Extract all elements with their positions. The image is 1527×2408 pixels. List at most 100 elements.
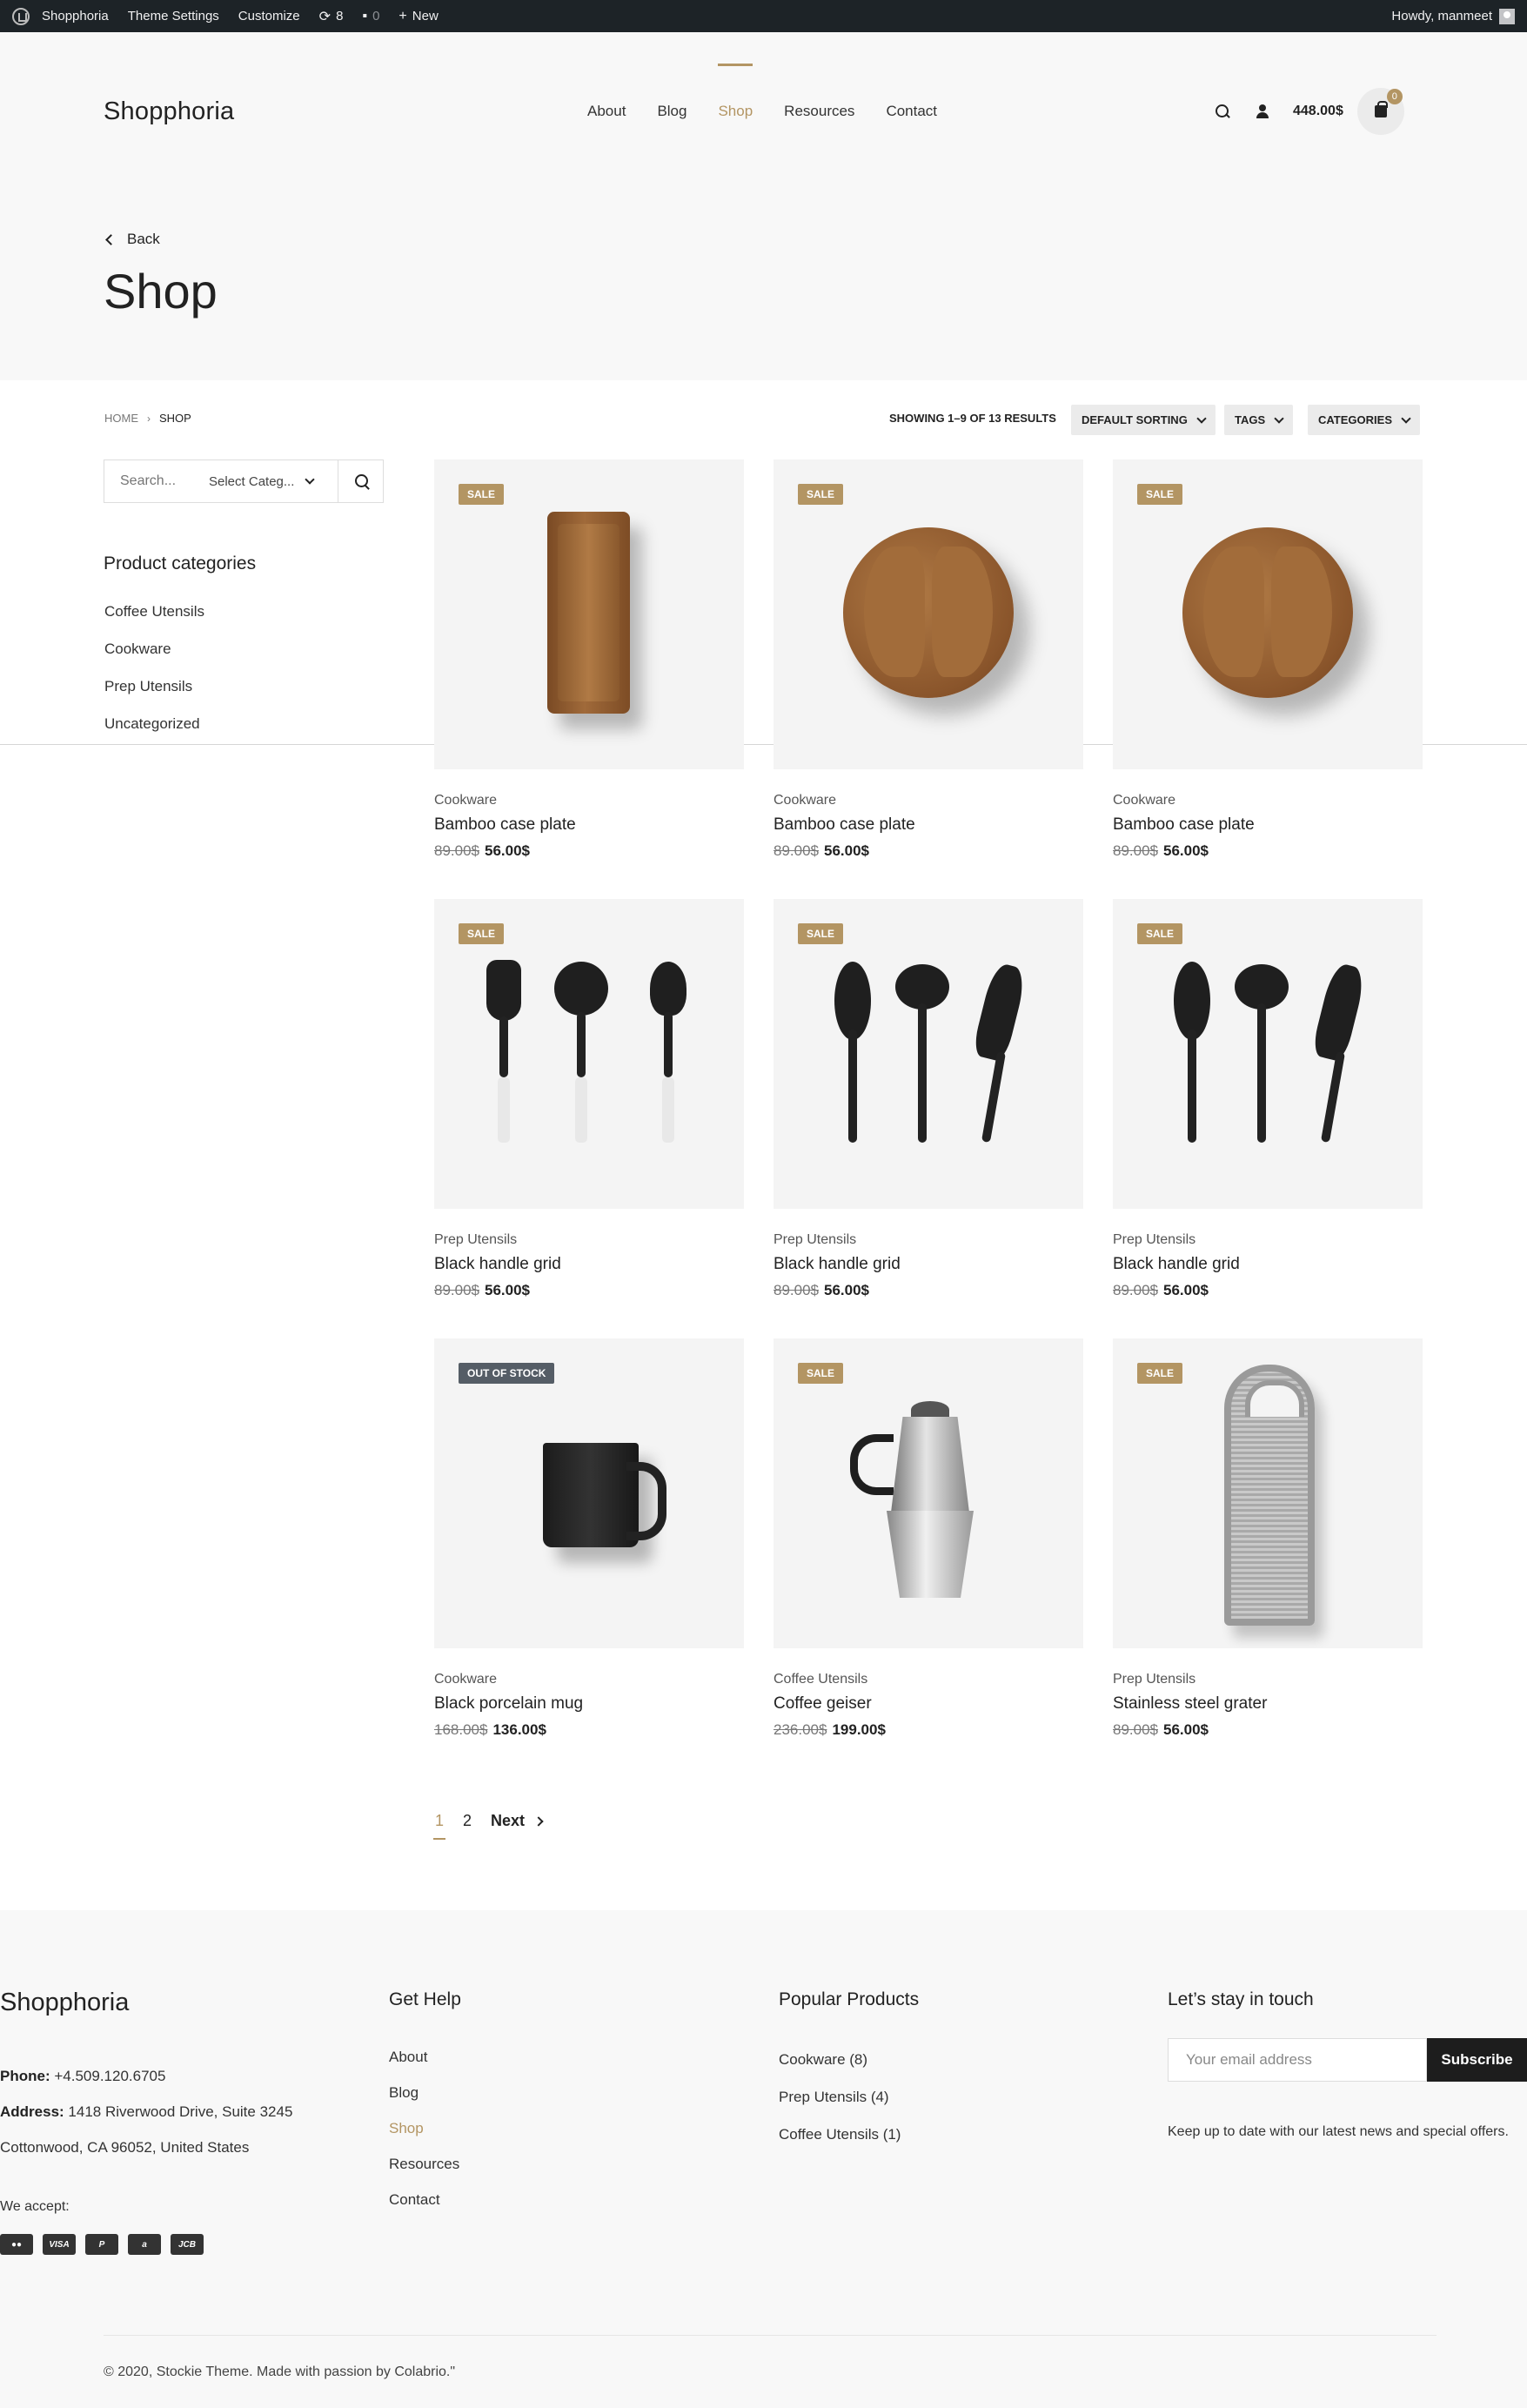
footer-link-blog[interactable]: Blog [389, 2075, 459, 2110]
page-2[interactable]: 2 [463, 1812, 472, 1830]
product-category[interactable]: Cookware [1113, 793, 1423, 808]
breadcrumb-home[interactable]: HOME [104, 412, 138, 425]
product-card[interactable]: OUT OF STOCK Cookware Black porcelain mu… [434, 1338, 744, 1739]
phone-number[interactable]: +4.509.120.6705 [54, 2068, 165, 2084]
product-card[interactable]: SALE Prep Utensils Black handle grid 89.… [434, 899, 744, 1299]
sale-badge: SALE [798, 923, 844, 944]
we-accept-label: We accept: [0, 2199, 70, 2214]
product-category[interactable]: Coffee Utensils [774, 1672, 1083, 1687]
cart-total[interactable]: 448.00$ [1293, 104, 1343, 119]
popular-prep-utensils[interactable]: Prep Utensils (4) [779, 2078, 901, 2116]
subscribe-button[interactable]: Subscribe [1427, 2038, 1527, 2082]
help-heading: Get Help [389, 1989, 461, 2009]
category-cookware[interactable]: Cookware [104, 641, 204, 678]
payment-methods: ●● VISA P a JCB [0, 2234, 213, 2255]
sale-price: 56.00$ [485, 1282, 530, 1298]
search-icon[interactable] [1215, 104, 1230, 119]
footer-link-contact[interactable]: Contact [389, 2182, 459, 2217]
nav-shop[interactable]: Shop [718, 64, 753, 120]
product-title[interactable]: Black handle grid [434, 1255, 744, 1274]
product-category[interactable]: Cookware [434, 793, 744, 808]
product-card[interactable]: SALE Cookware Bamboo case plate 89.00$ 56… [1113, 459, 1423, 860]
footer-link-about[interactable]: About [389, 2039, 459, 2075]
page-1[interactable]: 1 [432, 1812, 446, 1840]
category-select-label: Select Categ... [209, 473, 295, 489]
product-card[interactable]: SALE Prep Utensils Stainless steel grate… [1113, 1338, 1423, 1739]
product-title[interactable]: Coffee geiser [774, 1694, 1083, 1714]
email-field[interactable]: Your email address [1168, 2038, 1427, 2082]
nav-about[interactable]: About [587, 103, 626, 120]
product-price: 89.00$ 56.00$ [774, 842, 1083, 860]
product-card[interactable]: SALE Cookware Bamboo case plate 89.00$ 56… [774, 459, 1083, 860]
back-link[interactable]: Back [105, 231, 160, 248]
product-title[interactable]: Bamboo case plate [434, 815, 744, 835]
site-footer: Shopphoria Phone: +4.509.120.6705 Addres… [0, 1910, 1527, 2408]
admin-theme-settings[interactable]: Theme Settings [128, 9, 219, 23]
mastercard-icon: ●● [0, 2234, 33, 2255]
product-image[interactable]: SALE [434, 899, 744, 1209]
search-input[interactable] [104, 473, 197, 489]
categories-dropdown[interactable]: CATEGORIES [1308, 405, 1420, 435]
product-price: 168.00$ 136.00$ [434, 1721, 744, 1739]
old-price: 89.00$ [434, 842, 479, 859]
footer-link-resources[interactable]: Resources [389, 2146, 459, 2182]
product-title[interactable]: Stainless steel grater [1113, 1694, 1423, 1714]
nav-resources[interactable]: Resources [784, 103, 854, 120]
popular-heading: Popular Products [779, 1989, 920, 2009]
popular-cookware[interactable]: Cookware (8) [779, 2041, 901, 2078]
product-title[interactable]: Black handle grid [774, 1255, 1083, 1274]
product-category[interactable]: Prep Utensils [1113, 1232, 1423, 1248]
tags-dropdown[interactable]: TAGS [1224, 405, 1294, 435]
address-line-1: 1418 Riverwood Drive, Suite 3245 [68, 2103, 293, 2120]
phone-label: Phone: [0, 2068, 50, 2084]
category-prep-utensils[interactable]: Prep Utensils [104, 678, 204, 715]
product-image[interactable]: SALE [774, 459, 1083, 769]
product-card[interactable]: SALE Prep Utensils Black handle grid 89.… [1113, 899, 1423, 1299]
product-category[interactable]: Prep Utensils [1113, 1672, 1423, 1687]
admin-account[interactable]: Howdy, manmeet [1391, 8, 1515, 24]
product-image[interactable]: OUT OF STOCK [434, 1338, 744, 1648]
site-logo[interactable]: Shopphoria [104, 97, 234, 126]
product-category[interactable]: Cookware [774, 793, 1083, 808]
wordpress-icon[interactable] [12, 7, 30, 25]
category-uncategorized[interactable]: Uncategorized [104, 715, 204, 753]
footer-link-shop[interactable]: Shop [389, 2110, 459, 2146]
search-button[interactable] [338, 460, 383, 502]
product-title[interactable]: Black porcelain mug [434, 1694, 744, 1714]
product-card[interactable]: SALE Coffee Utensils Coffee geiser 236.0… [774, 1338, 1083, 1739]
product-card[interactable]: SALE Prep Utensils Black handle grid 89.… [774, 899, 1083, 1299]
footer-logo[interactable]: Shopphoria [0, 1989, 129, 2017]
help-links: About Blog Shop Resources Contact [389, 2039, 459, 2217]
category-select[interactable]: Select Categ... [197, 474, 329, 489]
sorting-dropdown[interactable]: DEFAULT SORTING [1071, 405, 1216, 435]
product-category[interactable]: Cookware [434, 1672, 744, 1687]
popular-coffee-utensils[interactable]: Coffee Utensils (1) [779, 2116, 901, 2153]
product-card[interactable]: SALE Cookware Bamboo case plate 89.00$ 56… [434, 459, 744, 860]
admin-comments[interactable]: ▪ 0 [362, 9, 379, 24]
cart-button[interactable]: 0 [1356, 88, 1404, 135]
product-category[interactable]: Prep Utensils [774, 1232, 1083, 1248]
product-title[interactable]: Black handle grid [1113, 1255, 1423, 1274]
user-icon[interactable] [1255, 104, 1270, 119]
product-image[interactable]: SALE [774, 1338, 1083, 1648]
product-category[interactable]: Prep Utensils [434, 1232, 744, 1248]
admin-customize[interactable]: Customize [238, 9, 300, 23]
product-image[interactable]: SALE [1113, 899, 1423, 1209]
product-title[interactable]: Bamboo case plate [774, 815, 1083, 835]
product-title[interactable]: Bamboo case plate [1113, 815, 1423, 835]
sale-price: 56.00$ [485, 842, 530, 859]
product-image[interactable]: SALE [1113, 459, 1423, 769]
product-image[interactable]: SALE [1113, 1338, 1423, 1648]
admin-site-link[interactable]: Shopphoria [42, 9, 109, 23]
product-image[interactable]: SALE [434, 459, 744, 769]
category-coffee-utensils[interactable]: Coffee Utensils [104, 603, 204, 641]
next-page-button[interactable]: Next [491, 1812, 544, 1830]
tags-label: TAGS [1235, 413, 1266, 426]
product-image[interactable]: SALE [774, 899, 1083, 1209]
categories-label: CATEGORIES [1318, 413, 1392, 426]
nav-blog[interactable]: Blog [657, 103, 686, 120]
nav-contact[interactable]: Contact [886, 103, 937, 120]
wooden-bowl-image [843, 527, 1014, 698]
admin-updates[interactable]: ⟳ 8 [319, 8, 344, 25]
admin-new[interactable]: + New [398, 9, 438, 24]
